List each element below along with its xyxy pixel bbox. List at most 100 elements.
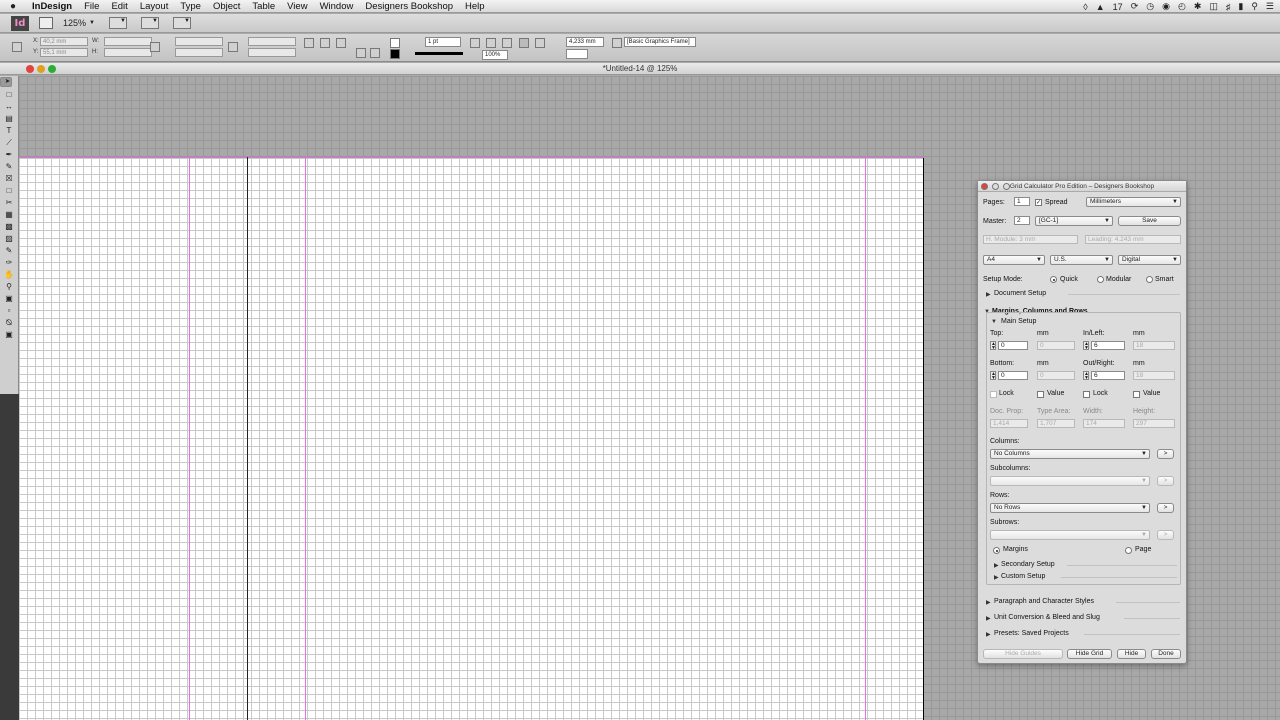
hide-guides-button[interactable]: Hide Guides (983, 649, 1063, 659)
disclosure-right-icon[interactable]: ▶ (986, 631, 991, 638)
bridge-button[interactable] (39, 17, 53, 29)
document-page[interactable] (19, 157, 924, 720)
paragraph-character-styles-toggle[interactable]: Paragraph and Character Styles (994, 598, 1094, 605)
quick-radio[interactable] (1050, 276, 1057, 283)
stroke-weight-field[interactable]: 1 pt (425, 37, 461, 47)
document-setup-toggle[interactable]: Document Setup (994, 290, 1046, 297)
scissors-tool-icon[interactable]: ✂ (3, 197, 15, 208)
margins-radio[interactable] (993, 547, 1000, 554)
arrange-documents-button[interactable]: ▼ (172, 17, 191, 29)
notification-center-icon[interactable]: ☰ (1266, 1, 1274, 12)
value-checkbox-top-bottom[interactable] (1037, 391, 1044, 398)
scale-y-field[interactable] (175, 48, 223, 57)
hide-button[interactable]: Hide (1117, 649, 1146, 659)
fill-swatch-icon[interactable] (390, 38, 400, 48)
inleft-field[interactable]: 6 (1091, 341, 1125, 350)
menu-object[interactable]: Object (207, 1, 246, 12)
subrows-select[interactable]: ▼ (990, 530, 1150, 540)
menu-type[interactable]: Type (174, 1, 207, 12)
bottom-field[interactable]: 0 (998, 371, 1028, 380)
disclosure-down-icon[interactable]: ▼ (991, 319, 997, 325)
bluetooth-icon[interactable]: ✱ (1194, 1, 1202, 12)
rectangle-frame-tool-icon[interactable]: ☒ (3, 173, 15, 184)
margin-guide[interactable] (865, 157, 866, 720)
sync-icon[interactable]: ⟳ (1131, 1, 1139, 12)
disclosure-right-icon[interactable]: ▶ (994, 574, 999, 581)
selection-tool-icon[interactable]: ➤ (0, 77, 12, 87)
apply-none-icon[interactable]: ⦰ (3, 317, 15, 328)
paper-size-select[interactable]: A4 ▼ (983, 255, 1045, 265)
lock-checkbox-top-bottom[interactable] (990, 391, 997, 398)
stroke-type-icon[interactable] (415, 52, 463, 55)
screen-mode-icon[interactable]: ▣ (3, 329, 15, 340)
margin-guide[interactable] (305, 157, 306, 720)
output-select[interactable]: Digital ▼ (1118, 255, 1181, 265)
region-select[interactable]: U.S. ▼ (1050, 255, 1113, 265)
close-icon[interactable] (981, 183, 988, 190)
bottom-stepper[interactable]: ▲ ▼ (990, 371, 996, 381)
main-setup-toggle[interactable]: Main Setup (1001, 318, 1036, 325)
smart-radio[interactable] (1146, 276, 1153, 283)
outright-stepper[interactable]: ▲ ▼ (1083, 371, 1089, 381)
presets-toggle[interactable]: Presets: Saved Projects (994, 630, 1069, 637)
screen-mode-button[interactable]: ▼ (140, 17, 159, 29)
eyedropper-tool-icon[interactable]: ✑ (3, 257, 15, 268)
gradient-swatch-tool-icon[interactable]: ▩ (3, 221, 15, 232)
custom-setup-toggle[interactable]: Custom Setup (1001, 573, 1045, 580)
hand-tool-icon[interactable]: ✋ (3, 269, 15, 280)
master-select[interactable]: [GC-1] ▼ (1035, 216, 1113, 226)
minimize-icon[interactable] (37, 65, 45, 73)
spread-checkbox[interactable]: ✓ (1035, 199, 1042, 206)
view-options-button[interactable]: ▼ (108, 17, 127, 29)
fill-stroke-icon[interactable]: ▣ (3, 293, 15, 304)
unit-conversion-toggle[interactable]: Unit Conversion & Bleed and Slug (994, 614, 1100, 621)
shear-field[interactable] (248, 48, 296, 57)
select-content-icon[interactable] (370, 48, 380, 58)
menu-layout[interactable]: Layout (134, 1, 175, 12)
reference-value-field[interactable]: 4,233 mm (566, 37, 604, 47)
subrows-go-button[interactable]: > (1157, 530, 1174, 540)
rotate-cw-icon[interactable] (304, 38, 314, 48)
columns-select[interactable]: No Columns ▼ (990, 449, 1150, 459)
status-number[interactable]: 17 (1113, 2, 1123, 12)
rows-go-button[interactable]: > (1157, 503, 1174, 513)
zoom-level-select[interactable]: 125% ▼ (63, 18, 95, 28)
disclosure-right-icon[interactable]: ▶ (986, 599, 991, 606)
constrain-icon[interactable] (228, 42, 238, 52)
menu-designers-bookshop[interactable]: Designers Bookshop (359, 1, 459, 12)
height-field[interactable] (104, 48, 152, 57)
close-icon[interactable] (26, 65, 34, 73)
modular-radio[interactable] (1097, 276, 1104, 283)
top-field[interactable]: 0 (998, 341, 1028, 350)
formatting-affects-icon[interactable]: ▫ (3, 305, 15, 316)
reference-point-icon[interactable] (12, 42, 22, 52)
zoom-icon[interactable] (1003, 183, 1010, 190)
rectangle-tool-icon[interactable]: □ (3, 185, 15, 196)
done-button[interactable]: Done (1151, 649, 1181, 659)
clock-icon[interactable]: ◷ (1146, 1, 1154, 12)
object-style-select[interactable]: [Basic Graphics Frame] (624, 37, 696, 47)
adobe-icon[interactable]: ▲ (1096, 2, 1105, 12)
flip-icon[interactable] (336, 38, 346, 48)
minimize-icon[interactable] (992, 183, 999, 190)
wifi-icon[interactable]: ◫ (1209, 1, 1218, 12)
stroke-swatch-icon[interactable] (390, 49, 400, 59)
effects-icon[interactable] (502, 38, 512, 48)
page-radio[interactable] (1125, 547, 1132, 554)
battery-icon[interactable]: ▮ (1238, 1, 1243, 12)
units-select[interactable]: Millimeters ▼ (1086, 197, 1181, 207)
disclosure-right-icon[interactable]: ▶ (994, 562, 999, 569)
fit-content-icon[interactable] (535, 38, 545, 48)
hide-grid-button[interactable]: Hide Grid (1067, 649, 1112, 659)
lock-checkbox-sides[interactable] (1083, 391, 1090, 398)
column-guide[interactable] (247, 157, 248, 720)
outright-field[interactable]: 6 (1091, 371, 1125, 380)
gap-tool-icon[interactable]: ↔ (3, 101, 15, 112)
menu-window[interactable]: Window (314, 1, 360, 12)
scale-x-field[interactable] (175, 37, 223, 46)
apple-menu-icon[interactable]: ● (0, 1, 26, 12)
pencil-tool-icon[interactable]: ✎ (3, 161, 15, 172)
free-transform-tool-icon[interactable]: ▦ (3, 209, 15, 220)
link-icon[interactable] (150, 42, 160, 52)
menu-edit[interactable]: Edit (105, 1, 133, 12)
